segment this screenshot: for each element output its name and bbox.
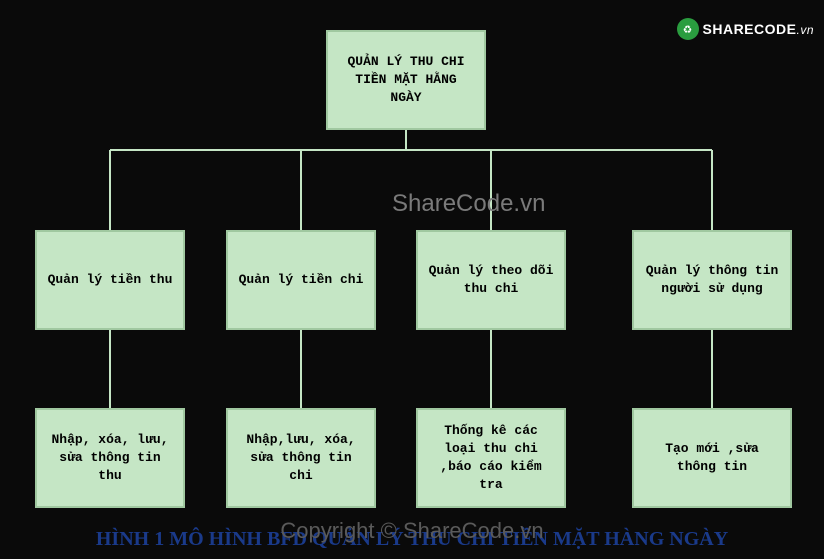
- connector-lines: [0, 0, 824, 559]
- watermark-center: ShareCode.vn: [392, 190, 545, 218]
- watermark-copyright: Copyright © ShareCode.vn: [280, 518, 543, 544]
